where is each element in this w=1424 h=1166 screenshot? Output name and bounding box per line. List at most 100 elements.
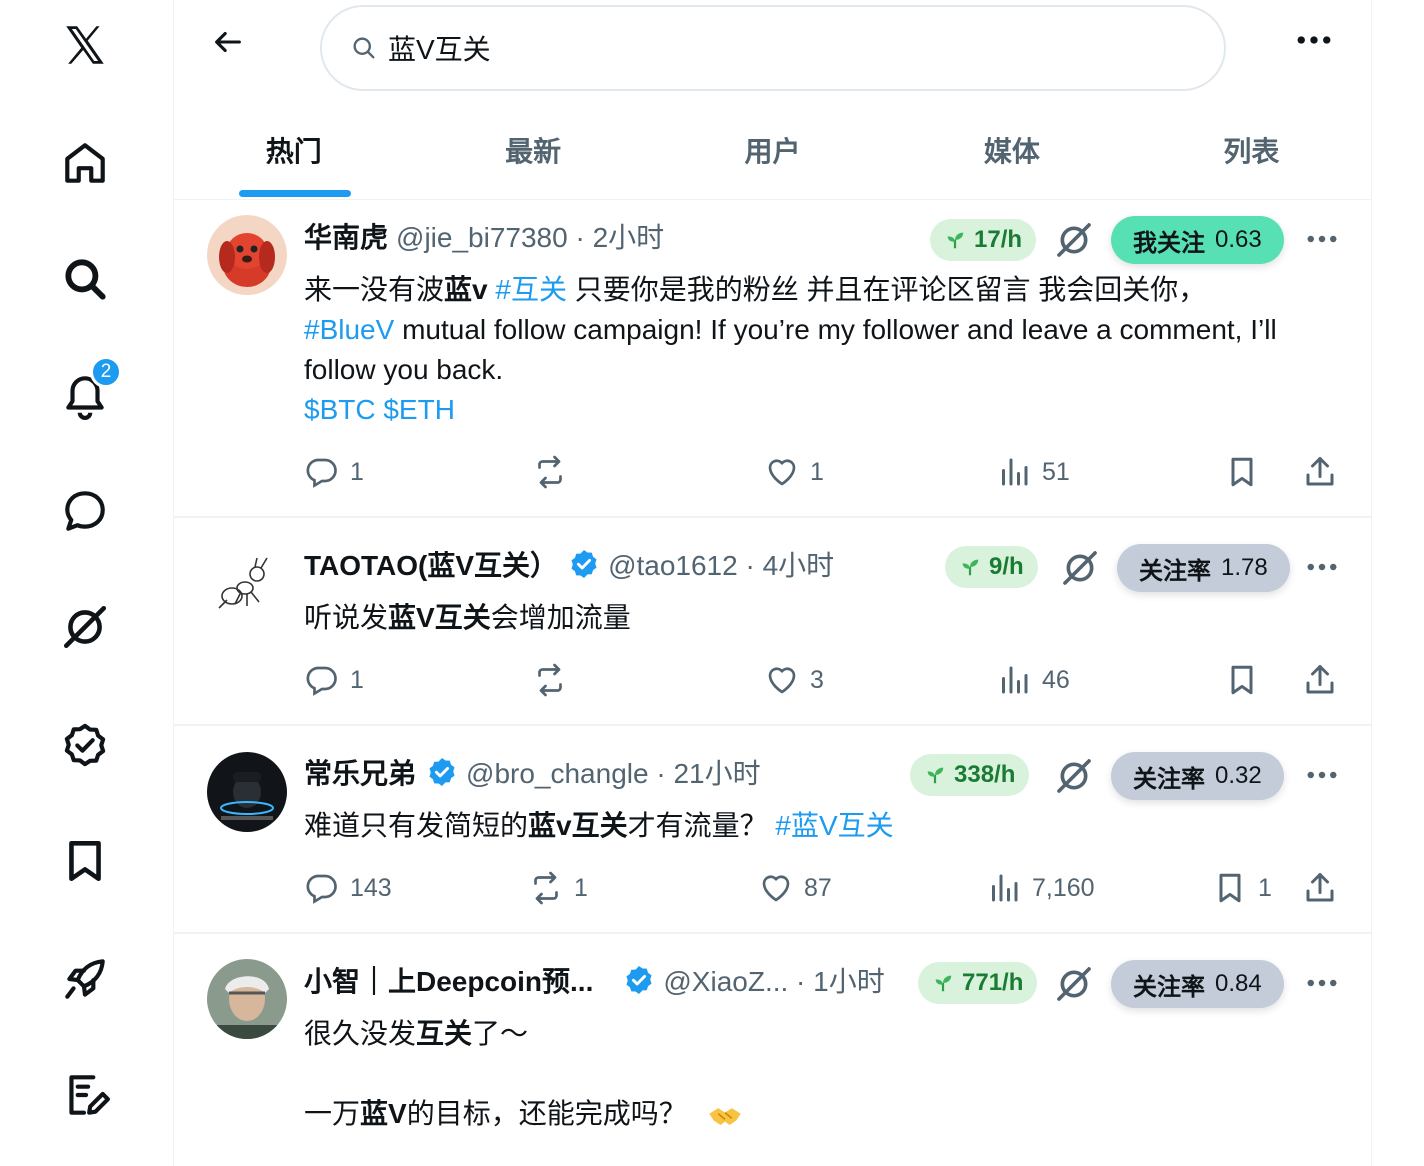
growth-rate-badge: 17/h <box>930 219 1037 261</box>
author-name[interactable]: 常乐兄弟 <box>304 752 416 792</box>
verified-orgs-icon[interactable] <box>52 712 118 778</box>
grok-icon[interactable] <box>1054 964 1094 1004</box>
post-more-button[interactable] <box>1302 224 1342 254</box>
tab-media[interactable]: 媒体 <box>892 100 1131 199</box>
reply-icon <box>306 666 337 696</box>
views-button[interactable]: 7,160 <box>986 870 1095 906</box>
explore-search-icon[interactable] <box>52 246 118 312</box>
share-button[interactable] <box>1302 454 1348 490</box>
post-text: 来一没有波蓝v #互关 只要你是我的粉丝 并且在评论区留言 我会回关你， #Bl… <box>304 274 1277 425</box>
search-icon <box>353 37 375 59</box>
x-logo-icon[interactable] <box>52 12 118 78</box>
search-box[interactable] <box>320 5 1226 91</box>
repost-icon <box>538 663 562 697</box>
post-item[interactable]: 华南虎 @jie_bi77380 · 2小时 17/h 我关注 0.63 来一没有… <box>174 200 1371 518</box>
grok-icon[interactable] <box>1060 548 1100 588</box>
follow-ratio-button[interactable]: 关注率 0.32 <box>1111 752 1284 800</box>
messages-bubble-icon[interactable] <box>52 478 118 544</box>
post-item[interactable]: 小智｜上Deepcoin预... @XiaoZ... · 1小时 771/h 关… <box>174 934 1371 1166</box>
repost-button[interactable] <box>532 454 578 490</box>
more-horizontal-icon <box>1307 235 1337 243</box>
share-icon <box>1306 457 1334 486</box>
post-text-line-2: 一万蓝V的目标，还能完成吗？ <box>304 1094 1284 1134</box>
post-header: 华南虎 @jie_bi77380 · 2小时 <box>304 216 664 256</box>
heart-icon <box>762 875 790 902</box>
repost-icon <box>534 871 558 905</box>
share-icon <box>1306 665 1334 694</box>
avatar[interactable] <box>207 959 287 1039</box>
repost-button[interactable] <box>532 662 578 698</box>
like-button[interactable]: 87 <box>758 870 832 906</box>
heart-icon <box>768 459 796 486</box>
avatar[interactable] <box>207 548 287 628</box>
bookmark-button[interactable]: 1 <box>1212 870 1272 906</box>
follow-ratio-button[interactable]: 我关注 0.63 <box>1111 216 1284 264</box>
avatar[interactable] <box>207 215 287 295</box>
back-button[interactable] <box>204 18 252 66</box>
hashtag-link[interactable]: #蓝V互关 <box>775 810 893 841</box>
cashtag-link[interactable]: $BTC $ETH <box>304 394 455 425</box>
views-button[interactable]: 46 <box>996 662 1070 698</box>
post-header: 小智｜上Deepcoin预... @XiaoZ... · 1小时 <box>304 960 885 1000</box>
sprout-icon <box>935 975 952 992</box>
follow-ratio-button[interactable]: 关注率 0.84 <box>1111 960 1284 1008</box>
more-options-button[interactable] <box>1290 22 1338 58</box>
post-item[interactable]: TAOTAO(蓝V互关） @tao1612 · 4小时 9/h 关注率 1.78 … <box>174 518 1371 726</box>
tab-latest[interactable]: 最新 <box>413 100 652 199</box>
post-actions: 1 3 46 <box>304 662 1344 702</box>
hashtag-link[interactable]: #BlueV <box>304 314 394 345</box>
drafts-edit-icon[interactable] <box>52 1062 118 1128</box>
growth-rate-badge: 771/h <box>918 962 1038 1004</box>
author-name[interactable]: 华南虎 <box>304 216 388 256</box>
bookmark-button[interactable] <box>1224 662 1270 698</box>
author-handle-time[interactable]: @XiaoZ... · 1小时 <box>663 960 884 1000</box>
grok-icon[interactable] <box>52 594 118 660</box>
author-handle-time[interactable]: @jie_bi77380 · 2小时 <box>396 216 664 256</box>
author-name[interactable]: 小智｜上Deepcoin预... <box>304 960 593 1000</box>
bookmark-button[interactable] <box>1224 454 1270 490</box>
follow-ratio-button[interactable]: 关注率 1.78 <box>1117 544 1290 592</box>
share-button[interactable] <box>1302 662 1348 698</box>
growth-rate-badge: 338/h <box>910 754 1030 796</box>
reply-button[interactable]: 143 <box>304 870 392 906</box>
reply-button[interactable]: 1 <box>304 662 364 698</box>
like-button[interactable]: 3 <box>764 662 824 698</box>
author-handle-time[interactable]: @bro_changle · 21小时 <box>466 752 761 792</box>
tab-lists[interactable]: 列表 <box>1132 100 1371 199</box>
repost-button[interactable]: 1 <box>528 870 588 906</box>
reply-icon <box>306 458 337 488</box>
post-item[interactable]: 常乐兄弟 @bro_changle · 21小时 338/h 关注率 0.32 难… <box>174 726 1371 934</box>
grok-icon[interactable] <box>1054 756 1094 796</box>
avatar[interactable] <box>207 752 287 832</box>
repost-icon <box>538 455 562 489</box>
tab-people[interactable]: 用户 <box>653 100 892 199</box>
rocket-icon[interactable] <box>52 946 118 1012</box>
home-icon[interactable] <box>52 130 118 196</box>
post-more-button[interactable] <box>1302 552 1342 582</box>
reply-icon <box>306 874 337 904</box>
search-tabs: 热门 最新 用户 媒体 列表 <box>174 100 1371 200</box>
post-more-button[interactable] <box>1302 760 1342 790</box>
more-horizontal-icon <box>1297 36 1331 44</box>
share-button[interactable] <box>1302 870 1348 906</box>
post-actions: 143 1 87 7,160 1 <box>304 870 1344 910</box>
post-text: 听说发蓝V互关会增加流量 <box>304 602 631 633</box>
grok-icon[interactable] <box>1054 220 1094 260</box>
bookmarks-icon[interactable] <box>52 828 118 894</box>
reply-button[interactable]: 1 <box>304 454 364 490</box>
post-more-button[interactable] <box>1302 968 1342 998</box>
hashtag-link[interactable]: #互关 <box>495 274 567 305</box>
like-button[interactable]: 1 <box>764 454 824 490</box>
tab-top[interactable]: 热门 <box>174 100 413 199</box>
handshake-emoji-icon <box>708 1107 741 1125</box>
views-button[interactable]: 51 <box>996 454 1070 490</box>
search-input[interactable] <box>388 32 1188 64</box>
author-name[interactable]: TAOTAO(蓝V互关） <box>304 544 558 584</box>
notifications-bell-icon[interactable]: 2 <box>52 356 122 428</box>
more-horizontal-icon <box>1307 979 1337 987</box>
analytics-icon <box>1002 666 1028 694</box>
verified-badge-icon <box>571 550 597 578</box>
author-handle-time[interactable]: @tao1612 · 4小时 <box>608 544 834 584</box>
post-text: 难道只有发简短的蓝v互关才有流量？ #蓝V互关 <box>304 810 894 841</box>
more-horizontal-icon <box>1307 771 1337 779</box>
